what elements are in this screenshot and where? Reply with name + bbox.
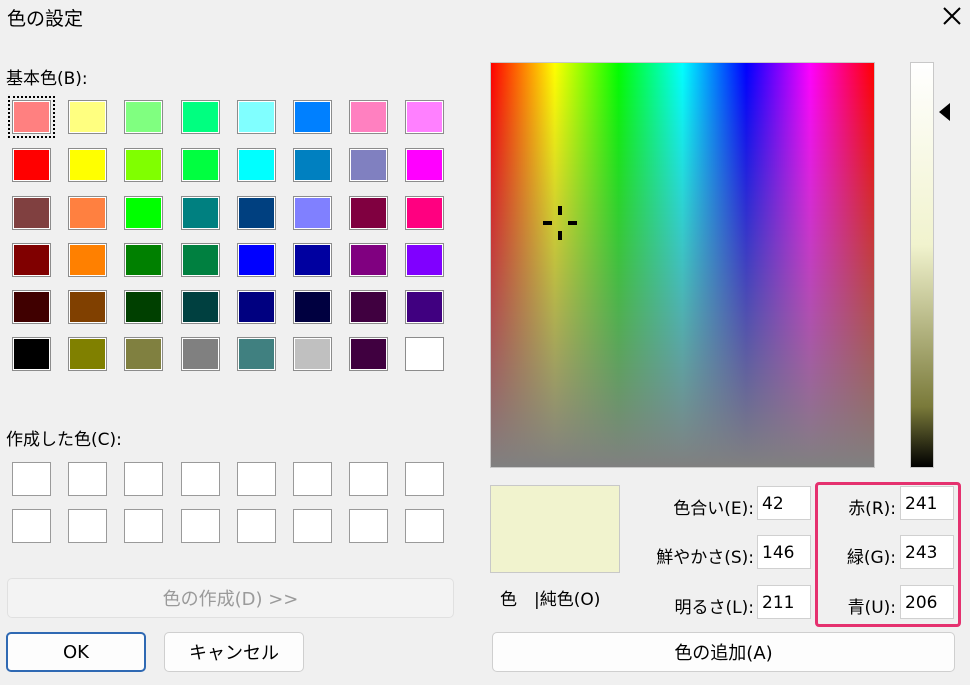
close-icon[interactable] bbox=[940, 4, 964, 28]
add-custom-color-button[interactable]: 色の追加(A) bbox=[492, 632, 955, 672]
custom-color-swatch[interactable] bbox=[124, 462, 163, 496]
custom-color-swatch[interactable] bbox=[293, 509, 332, 543]
custom-color-swatch[interactable] bbox=[12, 509, 51, 543]
custom-color-swatch[interactable] bbox=[237, 509, 276, 543]
basic-color-swatch[interactable] bbox=[349, 196, 388, 230]
basic-color-swatch[interactable] bbox=[237, 148, 276, 182]
custom-color-swatch[interactable] bbox=[181, 462, 220, 496]
color-preview[interactable] bbox=[490, 485, 620, 573]
basic-color-swatch[interactable] bbox=[181, 100, 220, 134]
color-solid-label: 色 |純色(O) bbox=[500, 590, 601, 610]
basic-color-swatch[interactable] bbox=[237, 100, 276, 134]
basic-color-swatch[interactable] bbox=[237, 243, 276, 277]
custom-color-swatch[interactable] bbox=[12, 462, 51, 496]
basic-color-swatch[interactable] bbox=[293, 196, 332, 230]
custom-color-swatch[interactable] bbox=[237, 462, 276, 496]
basic-color-swatch[interactable] bbox=[237, 290, 276, 324]
basic-color-swatch[interactable] bbox=[349, 243, 388, 277]
custom-color-swatch[interactable] bbox=[293, 462, 332, 496]
basic-color-swatch[interactable] bbox=[349, 100, 388, 134]
basic-color-swatch[interactable] bbox=[349, 290, 388, 324]
rgb-highlight-box bbox=[815, 482, 961, 627]
ok-button[interactable]: OK bbox=[6, 632, 146, 672]
hue-label: 色合い(E): bbox=[673, 499, 754, 519]
basic-color-swatch[interactable] bbox=[181, 290, 220, 324]
basic-color-swatch[interactable] bbox=[293, 337, 332, 371]
custom-color-swatch[interactable] bbox=[68, 509, 107, 543]
define-custom-colors-button[interactable]: 色の作成(D) >> bbox=[7, 578, 454, 618]
basic-color-swatch[interactable] bbox=[124, 100, 163, 134]
basic-colors-label: 基本色(B): bbox=[6, 69, 88, 89]
basic-color-swatch[interactable] bbox=[405, 100, 444, 134]
basic-color-swatch[interactable] bbox=[237, 337, 276, 371]
basic-color-swatch[interactable] bbox=[405, 196, 444, 230]
basic-color-swatch[interactable] bbox=[68, 100, 107, 134]
basic-color-swatch[interactable] bbox=[68, 196, 107, 230]
basic-color-swatch[interactable] bbox=[68, 337, 107, 371]
basic-color-swatch[interactable] bbox=[293, 243, 332, 277]
hue-input[interactable]: 42 bbox=[757, 486, 811, 520]
custom-colors-label: 作成した色(C): bbox=[6, 430, 122, 450]
basic-color-swatch[interactable] bbox=[68, 290, 107, 324]
basic-color-swatch[interactable] bbox=[349, 337, 388, 371]
basic-color-swatch[interactable] bbox=[349, 148, 388, 182]
basic-color-swatch[interactable] bbox=[124, 243, 163, 277]
window-title: 色の設定 bbox=[7, 8, 84, 30]
basic-color-swatch[interactable] bbox=[12, 196, 51, 230]
custom-color-swatch[interactable] bbox=[68, 462, 107, 496]
basic-color-swatch[interactable] bbox=[68, 148, 107, 182]
custom-color-swatch[interactable] bbox=[124, 509, 163, 543]
basic-color-swatch[interactable] bbox=[124, 337, 163, 371]
basic-color-swatch[interactable] bbox=[8, 96, 55, 138]
crosshair-icon bbox=[543, 206, 577, 240]
custom-color-swatch[interactable] bbox=[405, 462, 444, 496]
custom-color-swatch[interactable] bbox=[405, 509, 444, 543]
basic-color-swatch[interactable] bbox=[405, 148, 444, 182]
basic-color-swatch[interactable] bbox=[293, 148, 332, 182]
basic-color-swatch[interactable] bbox=[293, 100, 332, 134]
basic-color-swatch[interactable] bbox=[124, 148, 163, 182]
custom-color-swatch[interactable] bbox=[349, 462, 388, 496]
basic-color-swatch[interactable] bbox=[68, 243, 107, 277]
luminosity-label: 明るさ(L): bbox=[674, 598, 754, 618]
basic-color-swatch[interactable] bbox=[293, 290, 332, 324]
basic-color-swatch[interactable] bbox=[405, 337, 444, 371]
basic-color-swatch[interactable] bbox=[12, 243, 51, 277]
color-spectrum[interactable] bbox=[490, 62, 875, 468]
basic-color-swatch[interactable] bbox=[181, 337, 220, 371]
custom-color-swatch[interactable] bbox=[181, 509, 220, 543]
basic-color-swatch[interactable] bbox=[405, 290, 444, 324]
cancel-button[interactable]: キャンセル bbox=[164, 632, 304, 672]
custom-color-swatch[interactable] bbox=[349, 509, 388, 543]
luminosity-bar[interactable] bbox=[910, 62, 934, 468]
basic-color-swatch[interactable] bbox=[237, 196, 276, 230]
basic-color-swatch[interactable] bbox=[124, 290, 163, 324]
saturation-input[interactable]: 146 bbox=[757, 535, 811, 569]
luminosity-arrow-icon[interactable] bbox=[937, 102, 951, 122]
basic-color-swatch[interactable] bbox=[12, 337, 51, 371]
luminosity-input[interactable]: 211 bbox=[757, 585, 811, 619]
basic-color-swatch[interactable] bbox=[124, 196, 163, 230]
basic-color-swatch[interactable] bbox=[181, 148, 220, 182]
basic-color-swatch[interactable] bbox=[405, 243, 444, 277]
saturation-label: 鮮やかさ(S): bbox=[656, 548, 754, 568]
basic-color-swatch[interactable] bbox=[12, 148, 51, 182]
basic-color-swatch[interactable] bbox=[181, 196, 220, 230]
basic-color-swatch[interactable] bbox=[12, 290, 51, 324]
basic-color-swatch[interactable] bbox=[181, 243, 220, 277]
